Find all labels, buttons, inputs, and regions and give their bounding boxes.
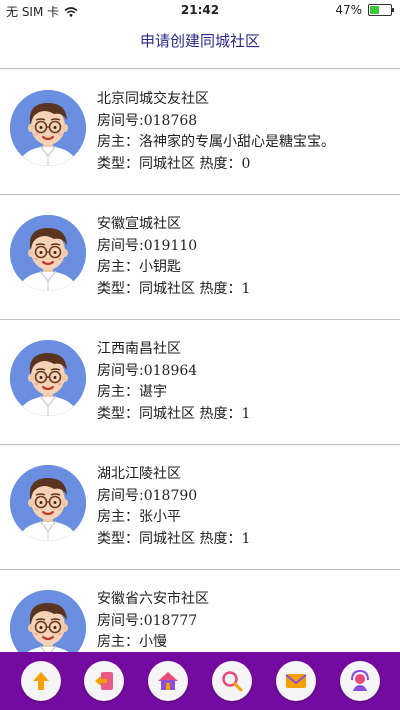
search-icon	[222, 671, 243, 692]
battery-percent: 47%	[335, 3, 362, 17]
room-number: 房间号:018790	[97, 486, 250, 508]
room-number: 房间号:018768	[97, 111, 335, 133]
room-owner: 房主：小钥匙	[97, 257, 250, 279]
room-row[interactable]: 江西南昌社区 房间号:018964 房主：谌宇 类型：同城社区 热度：1	[0, 320, 400, 445]
room-owner-label: 房主：	[97, 134, 139, 150]
room-owner-label: 房主：	[97, 634, 139, 650]
room-room-no: 018964	[143, 362, 198, 379]
room-type: 类型：同城社区 热度：1	[97, 404, 250, 426]
mail-icon	[285, 674, 307, 688]
room-type: 类型：同城社区 热度：0	[97, 154, 335, 176]
room-room-no: 019110	[143, 237, 198, 254]
avatar-illustration-icon	[10, 215, 86, 291]
home-icon	[158, 672, 178, 690]
room-owner: 小钥匙	[139, 259, 181, 275]
room-heat: 1	[241, 530, 251, 547]
room-type: 同城社区	[139, 155, 195, 172]
avatar-illustration-icon	[10, 340, 86, 416]
room-heat-label: 热度：	[199, 280, 242, 297]
room-type-label: 类型：	[97, 405, 139, 422]
room-name: 北京同城交友社区	[97, 91, 209, 107]
room-room-label: 房间号:	[97, 612, 144, 629]
room-room-no: 018790	[143, 487, 198, 504]
room-row[interactable]: 北京同城交友社区 房间号:018768 房主：洛神家的专属小甜心是糖宝宝。 类型…	[0, 70, 400, 195]
room-name: 安徽省六安市社区	[97, 591, 209, 607]
avatar	[10, 465, 86, 541]
support-icon	[351, 669, 369, 691]
page-title: 申请创建同城社区	[0, 20, 400, 68]
room-owner: 张小平	[139, 509, 181, 525]
mail-button[interactable]	[276, 661, 316, 701]
battery-area: 47%	[335, 3, 394, 17]
room-type-label: 类型：	[97, 530, 139, 547]
scroll-top-button[interactable]	[21, 661, 61, 701]
room-room-no: 018768	[143, 112, 198, 129]
room-info: 安徽省六安市社区 房间号:018777 房主：小慢 类型：同城社区 热度：	[97, 589, 241, 652]
room-type: 类型：同城社区 热度：1	[97, 529, 250, 551]
exit-button[interactable]	[84, 661, 124, 701]
bottom-nav-bar	[0, 652, 400, 710]
room-number: 房间号:019110	[97, 236, 250, 258]
room-heat-label: 热度：	[199, 155, 242, 172]
room-owner: 房主：谌宇	[97, 382, 250, 404]
room-number: 房间号:018777	[97, 611, 241, 633]
room-owner: 房主：洛神家的专属小甜心是糖宝宝。	[97, 132, 335, 154]
avatar	[10, 340, 86, 416]
room-owner: 洛神家的专属小甜心是糖宝宝。	[139, 134, 335, 150]
room-info: 北京同城交友社区 房间号:018768 房主：洛神家的专属小甜心是糖宝宝。 类型…	[97, 89, 335, 175]
room-room-label: 房间号:	[97, 487, 144, 504]
status-bar: 无 SIM 卡 21:42 47%	[0, 0, 400, 20]
room-heat: 1	[241, 405, 251, 422]
room-name: 江西南昌社区	[97, 341, 181, 357]
room-room-label: 房间号:	[97, 237, 144, 254]
room-type: 类型：同城社区 热度：1	[97, 279, 250, 301]
room-owner: 房主：张小平	[97, 507, 250, 529]
arrow-up-icon	[33, 672, 49, 690]
exit-icon	[95, 672, 113, 690]
room-info: 安徽宣城社区 房间号:019110 房主：小钥匙 类型：同城社区 热度：1	[97, 214, 250, 300]
search-button[interactable]	[212, 661, 252, 701]
room-heat-label: 热度：	[199, 530, 242, 547]
avatar	[10, 90, 86, 166]
battery-icon	[368, 4, 394, 16]
room-owner-label: 房主：	[97, 259, 139, 275]
room-owner: 谌宇	[139, 384, 167, 400]
room-type: 同城社区	[139, 280, 195, 297]
support-button[interactable]	[340, 661, 380, 701]
room-type-label: 类型：	[97, 155, 139, 172]
room-type: 同城社区	[139, 405, 195, 422]
room-list[interactable]: 北京同城交友社区 房间号:018768 房主：洛神家的专属小甜心是糖宝宝。 类型…	[0, 69, 400, 652]
room-number: 房间号:018964	[97, 361, 250, 383]
avatar-illustration-icon	[10, 90, 86, 166]
room-owner-label: 房主：	[97, 384, 139, 400]
avatar	[10, 215, 86, 291]
room-heat-label: 热度：	[199, 405, 242, 422]
room-info: 江西南昌社区 房间号:018964 房主：谌宇 类型：同城社区 热度：1	[97, 339, 250, 425]
room-owner: 房主：小慢	[97, 632, 241, 652]
room-row[interactable]: 湖北江陵社区 房间号:018790 房主：张小平 类型：同城社区 热度：1	[0, 445, 400, 570]
room-room-no: 018777	[143, 612, 198, 629]
room-owner-label: 房主：	[97, 509, 139, 525]
room-row[interactable]: 安徽宣城社区 房间号:019110 房主：小钥匙 类型：同城社区 热度：1	[0, 195, 400, 320]
avatar	[10, 590, 86, 652]
room-owner: 小慢	[139, 634, 167, 650]
home-button[interactable]	[148, 661, 188, 701]
avatar-illustration-icon	[10, 465, 86, 541]
avatar-illustration-icon	[10, 590, 86, 652]
room-type: 同城社区	[139, 530, 195, 547]
room-heat: 1	[241, 280, 251, 297]
room-info: 湖北江陵社区 房间号:018790 房主：张小平 类型：同城社区 热度：1	[97, 464, 250, 550]
room-type-label: 类型：	[97, 280, 139, 297]
room-room-label: 房间号:	[97, 112, 144, 129]
room-row[interactable]: 安徽省六安市社区 房间号:018777 房主：小慢 类型：同城社区 热度：	[0, 570, 400, 652]
room-name: 湖北江陵社区	[97, 466, 181, 482]
room-name: 安徽宣城社区	[97, 216, 181, 232]
room-room-label: 房间号:	[97, 362, 144, 379]
room-heat: 0	[241, 155, 251, 172]
battery-fill	[370, 6, 379, 14]
